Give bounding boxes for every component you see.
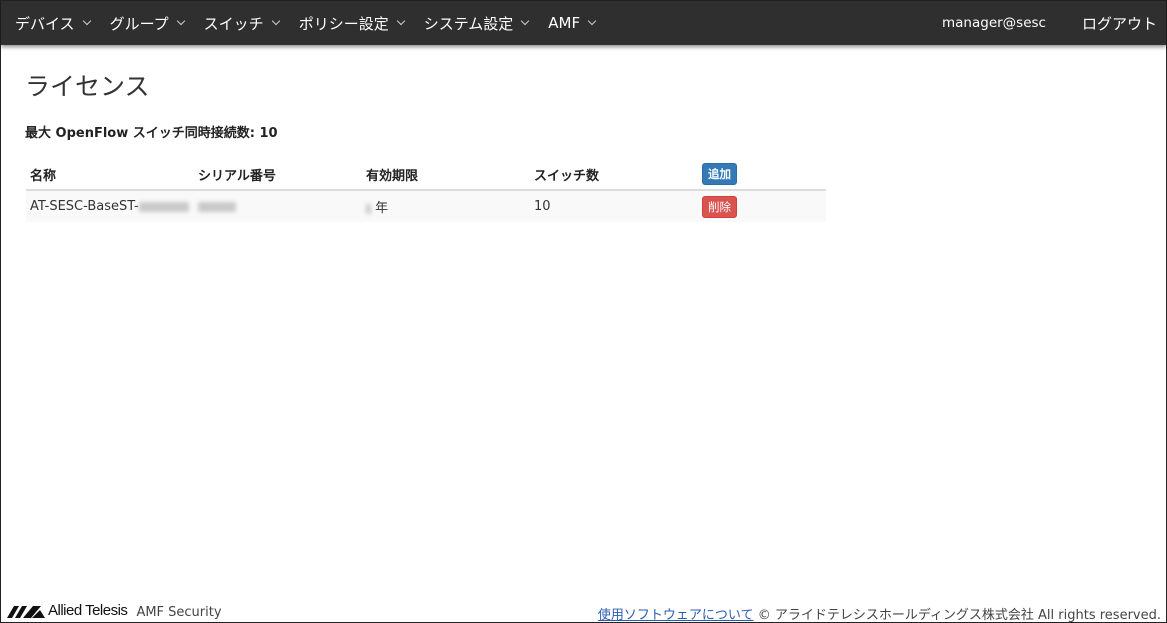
chevron-down-icon [271,16,280,26]
nav-menu-switches[interactable]: スイッチ [190,1,280,45]
copyright-text: © アライドテレシスホールディングス株式会社 All rights reserv… [757,608,1161,623]
product-name: AMF Security [136,605,222,620]
current-user: manager@sesc [942,15,1046,31]
column-header-actions: 追加 [698,159,826,191]
nav-menu-switches-label: スイッチ [203,14,264,33]
nav-menu-policy-settings-label: ポリシー設定 [298,14,389,33]
nav-menu-policy-settings[interactable]: ポリシー設定 [285,1,405,45]
top-navbar: デバイス グループ スイッチ ポリシー設定 システム設定 AMF manager… [1,1,1166,45]
page-title: ライセンス [25,72,150,101]
license-name-cell: AT-SESC-BaseST- [26,190,194,222]
serial-number-cell [194,190,362,222]
max-connections-info: 最大 OpenFlow スイッチ同時接続数: 10 [25,126,278,141]
validity-unit: 年 [375,201,389,216]
nav-menu-groups[interactable]: グループ [96,1,185,45]
license-name: AT-SESC-BaseST- [30,199,139,214]
column-header-name: 名称 [26,159,194,191]
chevron-down-icon [521,16,530,26]
software-info-link[interactable]: 使用ソフトウェアについて [598,608,754,623]
nav-menu-devices[interactable]: デバイス [1,1,91,45]
nav-menu-system-settings-label: システム設定 [423,14,514,33]
add-license-button[interactable]: 追加 [702,163,737,185]
nav-menu-system-settings[interactable]: システム設定 [410,1,530,45]
validity-cell: 年 [362,190,530,222]
logout-link[interactable]: ログアウト [1082,1,1157,45]
table-header-row: 名称 シリアル番号 有効期限 スイッチ数 追加 [26,159,826,191]
column-header-switches: スイッチ数 [530,159,698,191]
footer-right: 使用ソフトウェアについて © アライドテレシスホールディングス株式会社 All … [598,604,1161,623]
chevron-down-icon [176,16,185,26]
chevron-down-icon [587,16,597,26]
nav-menu-groups-label: グループ [109,14,169,33]
redacted-serial-number [198,201,236,212]
nav-menu-devices-label: デバイス [15,14,75,33]
actions-cell: 削除 [698,190,826,222]
allied-telesis-logo-icon [7,605,45,618]
footer-brand: Allied Telesis AMF Security [7,601,222,620]
column-header-validity: 有効期限 [362,159,530,191]
delete-license-button[interactable]: 削除 [702,195,737,218]
table-row: AT-SESC-BaseST- 年 10 削除 [26,190,826,222]
column-header-serial: シリアル番号 [194,159,362,191]
chevron-down-icon [82,16,91,26]
license-table: 名称 シリアル番号 有効期限 スイッチ数 追加 AT-SESC-BaseST- … [26,159,826,222]
redacted-name-suffix [138,201,189,212]
brand-name: Allied Telesis [48,602,128,619]
chevron-down-icon [396,16,405,26]
nav-menu-amf[interactable]: AMF [534,1,597,45]
nav-menu-amf-label: AMF [548,14,581,32]
switch-count-cell: 10 [530,190,698,222]
redacted-validity-number [366,203,371,214]
